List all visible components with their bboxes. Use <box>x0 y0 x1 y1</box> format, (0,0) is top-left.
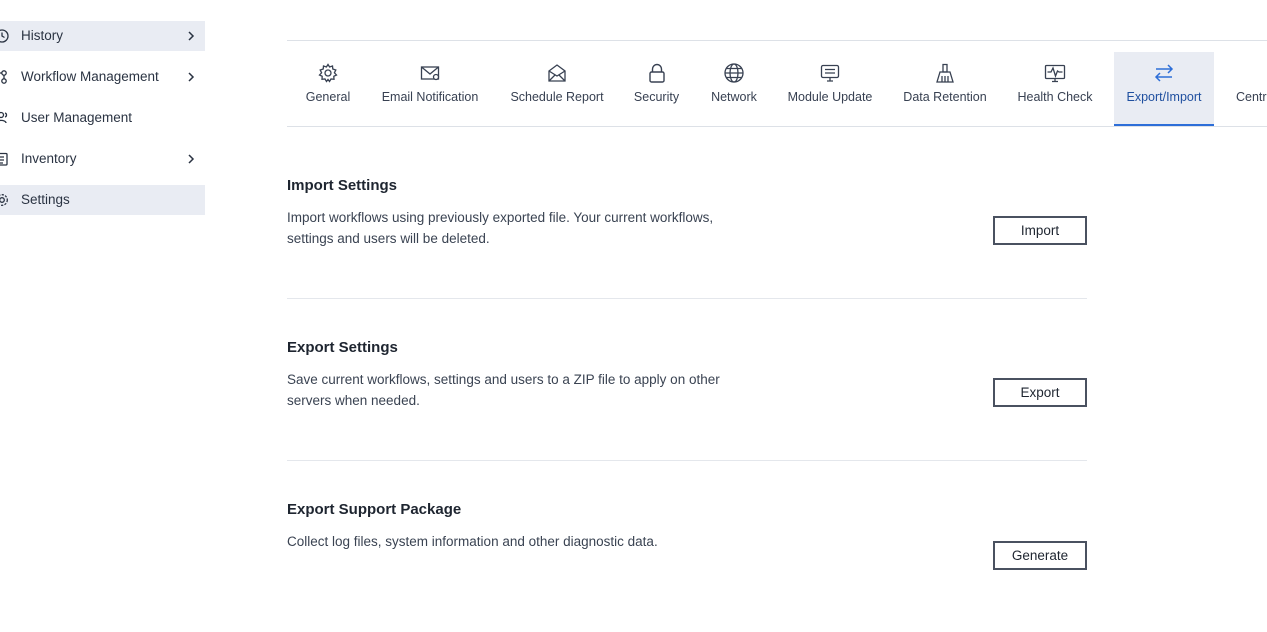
lock-icon <box>646 62 668 84</box>
sidebar-item-label: Inventory <box>21 151 77 166</box>
import-settings-section: Import Settings Import workflows using p… <box>287 177 1087 299</box>
swap-arrows-icon <box>1153 62 1175 84</box>
sidebar-item-history[interactable]: History <box>0 21 205 51</box>
export-settings-section: Export Settings Save current workflows, … <box>287 339 1087 461</box>
users-icon <box>0 110 10 126</box>
section-title: Import Settings <box>287 177 398 194</box>
tab-label: Schedule Report <box>510 90 604 104</box>
heartbeat-monitor-icon <box>1044 62 1066 84</box>
tab-label: Centra <box>1236 90 1267 104</box>
tab-label: Email Notification <box>381 90 479 104</box>
tab-module-update[interactable]: Module Update <box>785 52 875 127</box>
sidebar-item-label: History <box>21 28 64 43</box>
tab-label: Data Retention <box>903 90 987 104</box>
export-button[interactable]: Export <box>993 378 1087 407</box>
tab-general[interactable]: General <box>298 52 358 127</box>
tab-data-retention[interactable]: Data Retention <box>899 52 991 127</box>
sidebar-item-inventory[interactable]: Inventory <box>0 144 205 174</box>
export-support-package-section: Export Support Package Collect log files… <box>287 501 1087 581</box>
open-envelope-icon <box>546 62 568 84</box>
section-description: Save current workflows, settings and use… <box>287 372 720 408</box>
section-divider <box>287 460 1087 461</box>
gear-icon <box>0 192 10 208</box>
tab-health-check[interactable]: Health Check <box>1012 52 1098 127</box>
tab-label: Export/Import <box>1126 90 1202 104</box>
chevron-right-icon <box>185 30 197 42</box>
sidebar: History Workflow Management User Managem… <box>0 0 205 632</box>
envelope-icon <box>419 62 441 84</box>
section-title: Export Settings <box>287 339 398 356</box>
monitor-icon <box>819 62 841 84</box>
page-title-partial <box>322 0 356 2</box>
broom-icon <box>934 62 956 84</box>
section-description: Import workflows using previously export… <box>287 210 714 246</box>
tab-label: Module Update <box>787 90 873 104</box>
sidebar-item-label: Settings <box>21 192 70 207</box>
gear-icon <box>317 62 339 84</box>
workflow-icon <box>0 69 10 85</box>
tab-email-notification[interactable]: Email Notification <box>378 52 482 127</box>
sidebar-item-workflow-management[interactable]: Workflow Management <box>0 62 205 92</box>
tab-network[interactable]: Network <box>707 52 761 127</box>
tab-label: Security <box>633 90 680 104</box>
sidebar-item-label: Workflow Management <box>21 69 159 84</box>
tab-export-import[interactable]: Export/Import <box>1114 52 1214 127</box>
tab-label: Health Check <box>1017 90 1093 104</box>
tab-security[interactable]: Security <box>629 52 684 127</box>
sidebar-item-label: User Management <box>21 110 133 125</box>
tab-schedule-report[interactable]: Schedule Report <box>507 52 607 127</box>
sidebar-item-settings[interactable]: Settings <box>0 185 205 215</box>
import-button[interactable]: Import <box>993 216 1087 245</box>
clipboard-icon <box>0 151 10 167</box>
chevron-right-icon <box>185 71 197 83</box>
section-description: Collect log files, system information an… <box>287 534 658 549</box>
tab-label: Network <box>711 90 757 104</box>
history-icon <box>0 28 10 44</box>
section-title: Export Support Package <box>287 501 462 518</box>
settings-tab-bar: General Email Notification Schedule Repo… <box>287 41 1267 127</box>
tab-bar-divider <box>287 126 1267 127</box>
section-divider <box>287 298 1087 299</box>
chevron-right-icon <box>185 153 197 165</box>
tab-centra[interactable]: Centra <box>1236 52 1267 127</box>
globe-icon <box>723 62 745 84</box>
generate-button[interactable]: Generate <box>993 541 1087 570</box>
sidebar-item-user-management[interactable]: User Management <box>0 103 205 133</box>
tab-label: General <box>305 90 351 104</box>
